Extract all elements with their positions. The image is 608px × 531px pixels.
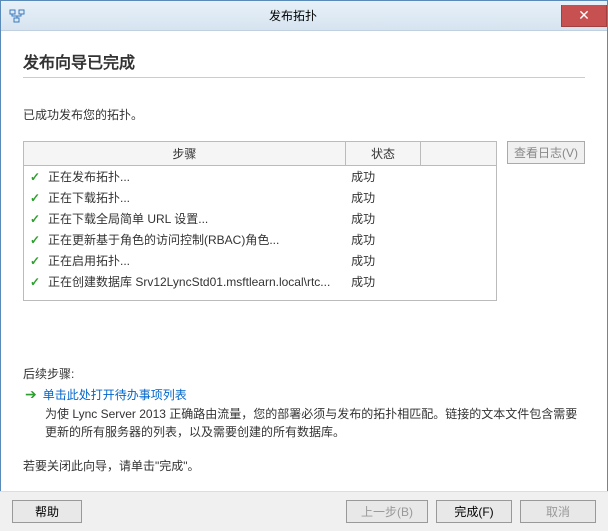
steps-table: 步骤 状态 ✓正在发布拓扑... 成功 ✓正在下载拓扑... 成功 ✓正在下载 <box>23 141 497 301</box>
check-icon: ✓ <box>30 191 42 205</box>
col-header-step[interactable]: 步骤 <box>24 142 346 166</box>
step-text: 正在更新基于角色的访问控制(RBAC)角色... <box>48 233 279 247</box>
success-message: 已成功发布您的拓扑。 <box>23 106 585 123</box>
col-header-blank <box>421 142 497 166</box>
status-text: 成功 <box>345 166 421 188</box>
finish-button[interactable]: 完成(F) <box>436 500 512 523</box>
table-row[interactable]: ✓ 正在创建数据库 Srv12LyncStd01.msftlearn.local\… <box>24 271 497 292</box>
table-row[interactable]: ✓ 正在启用拓扑... 成功 <box>24 250 497 271</box>
status-text: 成功 <box>345 229 421 250</box>
todo-list-link[interactable]: 单击此处打开待办事项列表 <box>43 386 187 403</box>
title-bar: 发布拓扑 ✕ <box>1 1 607 31</box>
col-header-status[interactable]: 状态 <box>345 142 421 166</box>
status-text: 成功 <box>345 187 421 208</box>
back-button[interactable]: 上一步(B) <box>346 500 428 523</box>
close-icon: ✕ <box>578 7 590 24</box>
step-text: 正在发布拓扑... <box>48 170 130 184</box>
check-icon: ✓ <box>30 254 42 268</box>
status-text: 成功 <box>345 271 421 292</box>
table-row[interactable]: ✓ 正在下载全局简单 URL 设置... 成功 <box>24 208 497 229</box>
next-steps-label: 后续步骤: <box>23 365 585 382</box>
next-steps-desc: 为使 Lync Server 2013 正确路由流量，您的部署必须与发布的拓扑相… <box>45 405 585 441</box>
close-hint: 若要关闭此向导，请单击"完成"。 <box>23 457 585 474</box>
content-area: 发布向导已完成 已成功发布您的拓扑。 步骤 状态 ✓ 正在发布拓扑... 成功 ✓… <box>1 31 607 484</box>
table-row[interactable]: ✓ 正在更新基于角色的访问控制(RBAC)角色... 成功 <box>24 229 497 250</box>
status-text: 成功 <box>345 250 421 271</box>
cancel-button[interactable]: 取消 <box>520 500 596 523</box>
step-text: 正在创建数据库 Srv12LyncStd01.msftlearn.local\r… <box>48 275 330 289</box>
table-row[interactable]: ✓ 正在发布拓扑... 成功 <box>24 166 497 188</box>
check-icon: ✓ <box>30 170 42 184</box>
window-title: 发布拓扑 <box>25 7 561 24</box>
step-text: 正在下载拓扑... <box>48 191 130 205</box>
step-text: 正在启用拓扑... <box>48 254 130 268</box>
close-button[interactable]: ✕ <box>561 5 607 27</box>
page-title: 发布向导已完成 <box>23 49 585 73</box>
check-icon: ✓ <box>30 212 42 226</box>
arrow-right-icon: ➔ <box>25 386 37 402</box>
table-row[interactable]: ✓ 正在下载拓扑... 成功 <box>24 187 497 208</box>
view-log-button[interactable]: 查看日志(V) <box>507 141 585 164</box>
button-bar: 帮助 上一步(B) 完成(F) 取消 <box>0 491 608 531</box>
divider <box>23 77 585 78</box>
check-icon: ✓ <box>30 275 42 289</box>
status-text: 成功 <box>345 208 421 229</box>
check-icon: ✓ <box>30 233 42 247</box>
step-text: 正在下载全局简单 URL 设置... <box>48 212 208 226</box>
app-icon <box>9 8 25 24</box>
help-button[interactable]: 帮助 <box>12 500 82 523</box>
